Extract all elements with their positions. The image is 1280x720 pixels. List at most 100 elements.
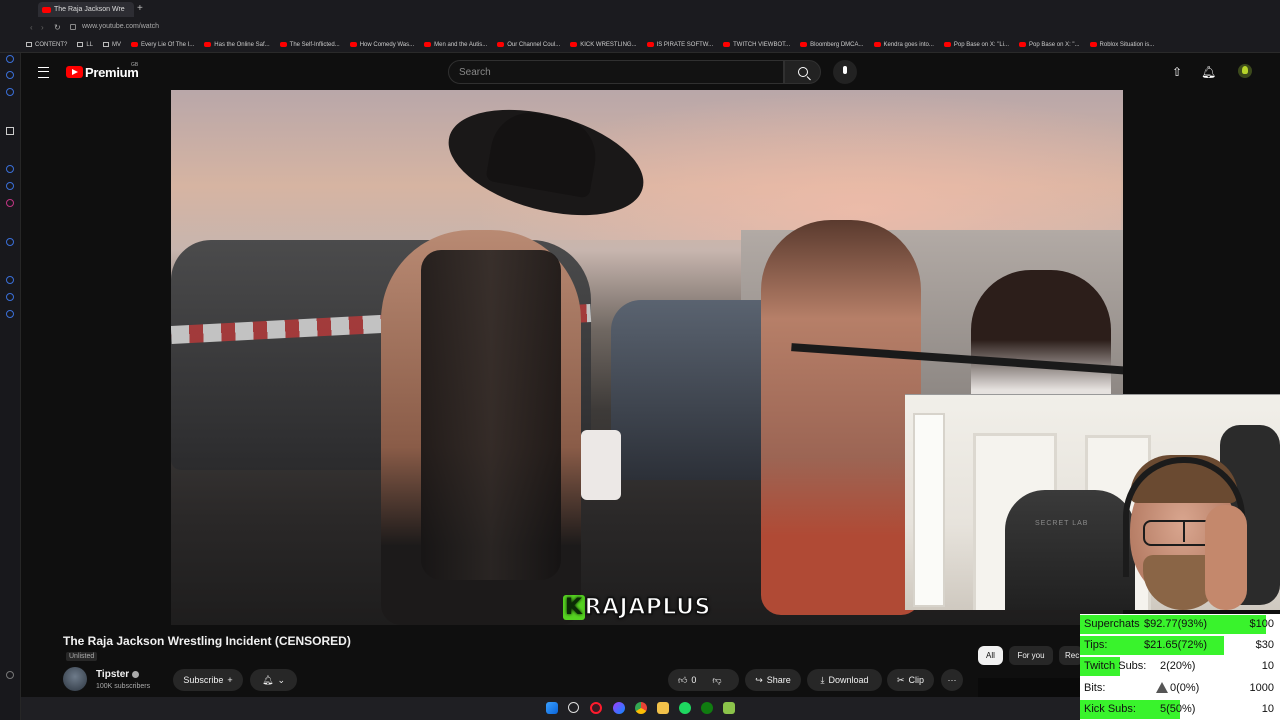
bookmark-item[interactable]: Has the Online Saf...	[204, 41, 270, 48]
webcam-window	[913, 413, 945, 607]
sidebar-aria-icon[interactable]	[6, 127, 14, 135]
share-icon: ↪	[755, 674, 763, 685]
bookmark-item[interactable]: Bloomberg DMCA...	[800, 42, 864, 48]
watermark-k: K	[563, 595, 585, 620]
logo-region: GB	[131, 62, 139, 68]
sidebar-app-icon[interactable]	[6, 238, 14, 246]
more-actions-button[interactable]: ···	[941, 669, 963, 691]
sidebar-app-icon[interactable]	[6, 71, 14, 79]
stat-value-text: 5(50%)	[1160, 702, 1196, 715]
upload-icon[interactable]: ⇧	[1170, 65, 1184, 79]
webcam-overlay: SECRET LAB	[905, 394, 1280, 610]
bookmark-item[interactable]: Men and the Autis...	[424, 42, 487, 48]
bookmark-item[interactable]: LL	[77, 42, 93, 48]
spotify-icon[interactable]	[679, 702, 691, 714]
bookmark-item[interactable]: TWITCH VIEWBOT...	[723, 42, 790, 48]
bookmark-label: KICK WRESTLING...	[580, 41, 637, 48]
sidebar-instagram-icon[interactable]	[6, 199, 14, 207]
subscriber-count: 100K subscribers	[96, 683, 151, 690]
channel-name[interactable]: Tipster	[96, 669, 140, 680]
bookmark-item[interactable]: KICK WRESTLING...	[570, 41, 637, 48]
forward-icon[interactable]: ›	[41, 23, 44, 32]
new-tab-icon[interactable]: +	[137, 3, 143, 14]
search-input[interactable]: Search	[448, 60, 784, 84]
bookmark-item[interactable]: The Self-Inflicted...	[279, 42, 340, 48]
bookmark-favicon-icon	[424, 42, 432, 47]
stat-label: Bits:	[1084, 681, 1106, 694]
chip-all[interactable]: All	[978, 646, 1003, 665]
stat-value: $92.77(93%)	[1144, 618, 1207, 630]
taskbar	[21, 697, 1080, 720]
like-count: 0	[691, 675, 697, 685]
bookmark-favicon-icon	[349, 42, 357, 47]
bell-icon[interactable]: 🔔︎	[1201, 65, 1216, 79]
channel-avatar[interactable]	[63, 667, 87, 691]
bookmark-item[interactable]: Every Lie Of The I...	[131, 42, 194, 48]
clip-button[interactable]: ✂ Clip	[887, 669, 934, 691]
sidebar-app-icon[interactable]	[6, 293, 14, 301]
url-field[interactable]: www.youtube.com/watch	[82, 23, 159, 30]
windows-start-icon[interactable]	[546, 702, 558, 714]
stat-label: Superchats	[1084, 618, 1140, 630]
chair-brand: SECRET LAB	[1035, 520, 1089, 527]
mic-icon[interactable]	[833, 60, 857, 84]
bookmark-item[interactable]: IS PIRATE SOFTW...	[646, 42, 713, 48]
bookmark-favicon-icon	[943, 42, 951, 47]
menu-icon[interactable]	[38, 67, 49, 78]
youtube-logo-icon[interactable]	[66, 66, 83, 78]
search-icon[interactable]	[568, 702, 579, 713]
download-button[interactable]: ⤓ Download	[807, 669, 882, 691]
search-button[interactable]	[784, 60, 821, 84]
thumbs-down-icon[interactable]: 👎︎	[712, 675, 721, 686]
bookmark-item[interactable]: CONTENT?	[26, 42, 67, 48]
notifications-button[interactable]: 🔔︎ ⌄	[250, 669, 297, 691]
chip-for-you[interactable]: For you	[1009, 646, 1053, 665]
sidebar-messenger-icon[interactable]	[6, 182, 14, 190]
bookmark-item[interactable]: Kendra goes into...	[873, 42, 934, 48]
video-cup	[581, 430, 621, 500]
bookmark-favicon-icon	[279, 42, 287, 47]
reload-icon[interactable]: ↻	[54, 23, 61, 32]
share-button[interactable]: ↪ Share	[745, 669, 801, 691]
app-icon[interactable]	[723, 702, 735, 714]
bookmark-item[interactable]: How Comedy Was...	[349, 41, 415, 48]
sidebar-more-icon[interactable]	[6, 671, 14, 679]
sidebar-messenger-icon[interactable]	[6, 165, 14, 173]
file-explorer-icon[interactable]	[657, 702, 669, 714]
tab-bar: The Raja Jackson Wre +	[0, 0, 1280, 19]
stat-goal: 10	[1261, 702, 1274, 715]
bookmark-item[interactable]: Our Channel Coul...	[497, 42, 560, 48]
stat-row: Twitch Subs: 2(20%) 10	[1080, 656, 1280, 677]
sidebar-settings-icon[interactable]	[6, 310, 14, 318]
bookmark-label: How Comedy Was...	[359, 41, 415, 48]
chrome-icon[interactable]	[635, 702, 647, 714]
like-button[interactable]: 👍︎ 0 👎︎	[668, 669, 739, 691]
browser-tab[interactable]: The Raja Jackson Wre	[38, 2, 134, 17]
site-info-icon[interactable]	[70, 24, 76, 30]
bookmark-favicon-icon	[646, 42, 654, 47]
unlisted-badge: Unlisted	[66, 652, 98, 661]
xbox-icon[interactable]	[701, 702, 713, 714]
youtube-header: Premium GB Search ⇧ 🔔︎	[21, 54, 1280, 90]
webcam-hand	[1205, 505, 1247, 610]
bookmark-item[interactable]: Pop Base on X: "...	[1019, 42, 1080, 48]
address-bar: ‹ › ↻ www.youtube.com/watch	[0, 19, 1280, 37]
tab-title: The Raja Jackson Wre	[54, 6, 125, 13]
messenger-icon[interactable]	[613, 702, 625, 714]
subscribe-button[interactable]: Subscribe +	[173, 669, 243, 691]
more-icon: ···	[947, 675, 957, 685]
video-title: The Raja Jackson Wrestling Incident (CEN…	[63, 634, 351, 648]
opera-icon[interactable]	[590, 702, 602, 714]
back-icon[interactable]: ‹	[30, 23, 33, 32]
sidebar-app-icon[interactable]	[6, 88, 14, 96]
scissors-icon: ✂	[896, 674, 905, 685]
avatar[interactable]	[1238, 64, 1252, 78]
bookmark-item[interactable]: Pop Base on X: "Li...	[943, 42, 1009, 48]
bookmark-label: LL	[86, 41, 94, 48]
bookmark-item[interactable]: MV	[103, 42, 121, 48]
bookmark-label: Has the Online Saf...	[214, 41, 270, 48]
bookmark-item[interactable]: Roblox Situation is...	[1089, 42, 1154, 48]
sidebar-history-icon[interactable]	[6, 276, 14, 284]
clip-label: Clip	[908, 675, 925, 685]
sidebar-app-icon[interactable]	[6, 55, 14, 63]
